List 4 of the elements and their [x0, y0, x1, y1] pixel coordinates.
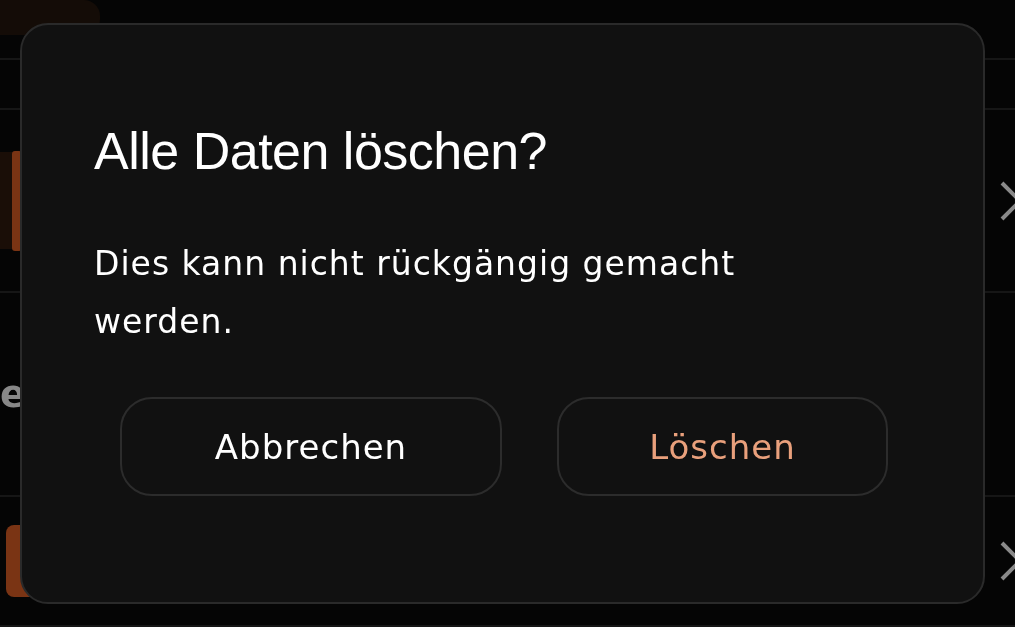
dialog-title: Alle Daten löschen? [94, 125, 548, 177]
cancel-button[interactable]: Abbrechen [120, 397, 502, 496]
delete-button[interactable]: Löschen [557, 397, 888, 496]
dialog-message: Dies kann nicht rückgängig gemacht werden. [94, 243, 737, 343]
